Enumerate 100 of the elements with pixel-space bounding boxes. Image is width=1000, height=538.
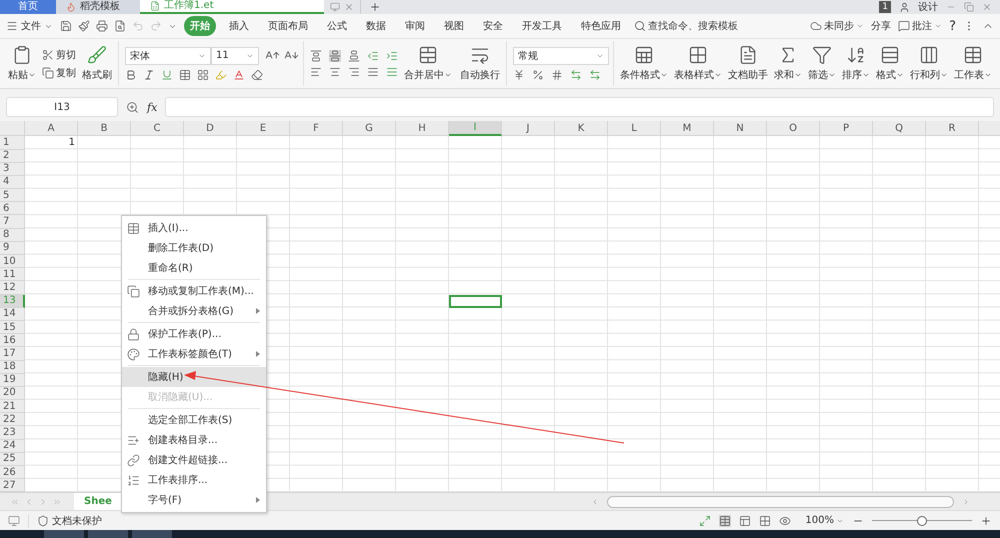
column-header[interactable]: L (608, 121, 661, 136)
align-center-icon[interactable] (329, 66, 341, 78)
row-header[interactable]: 17 (0, 347, 25, 360)
column-header[interactable]: F (290, 121, 343, 136)
menu-item[interactable]: 移动或复制工作表(M)... (122, 281, 266, 301)
save-icon[interactable] (60, 20, 72, 32)
menu-icon[interactable] (6, 20, 18, 32)
document-tab[interactable]: 工作簿1.et (140, 0, 324, 14)
column-header[interactable]: R (926, 121, 979, 136)
help-button[interactable]: ? (949, 18, 956, 34)
align-left-icon[interactable] (310, 66, 322, 78)
align-bottom-icon[interactable] (348, 50, 360, 62)
row-header[interactable]: 19 (0, 374, 25, 387)
ribbon-button[interactable]: 筛选 (806, 45, 838, 82)
normal-view-icon[interactable] (719, 514, 732, 527)
column-header[interactable]: E (237, 121, 290, 136)
percent-icon[interactable] (532, 68, 544, 81)
format-painter-button[interactable]: 格式刷 (80, 45, 114, 82)
add-tab-icon[interactable] (369, 1, 381, 13)
file-menu[interactable]: 文件 (21, 19, 41, 34)
border-icon[interactable] (179, 68, 191, 81)
row-header[interactable]: 6 (0, 202, 25, 216)
ribbon-button[interactable]: 表格样式 (672, 45, 724, 82)
underline-icon[interactable] (161, 68, 173, 81)
menu-item[interactable]: 工作表排序... (122, 470, 266, 490)
zoom-icon[interactable] (126, 100, 139, 114)
ribbon-tab[interactable]: 安全 (477, 16, 509, 36)
column-header[interactable]: O (767, 121, 820, 136)
horizontal-scrollbar[interactable] (607, 496, 954, 508)
column-header[interactable]: D (184, 121, 237, 136)
row-header[interactable]: 10 (0, 255, 25, 268)
search-field[interactable]: 查找命令、搜索模板 (634, 19, 738, 34)
ribbon-button[interactable]: 排序 (840, 45, 872, 82)
row-header[interactable]: 18 (0, 360, 25, 374)
fullscreen-icon[interactable] (699, 514, 712, 527)
row-header[interactable]: 14 (0, 308, 25, 321)
font-name-field[interactable]: 宋体 (125, 46, 211, 65)
zoom-in-icon[interactable] (980, 514, 992, 527)
ribbon-button[interactable]: 条件格式 (618, 45, 670, 82)
row-header[interactable]: 26 (0, 466, 25, 480)
menu-item[interactable]: 插入(I)... (122, 218, 266, 238)
print-icon[interactable] (96, 20, 108, 32)
justify-icon[interactable] (367, 66, 379, 78)
eraser-icon[interactable] (251, 68, 263, 81)
column-header[interactable]: G (343, 121, 396, 136)
slider-thumb[interactable] (917, 516, 927, 526)
row-header[interactable]: 16 (0, 334, 25, 348)
close-icon[interactable] (982, 2, 992, 12)
column-header[interactable]: N (714, 121, 767, 136)
menu-item[interactable]: 工作表标签颜色(T) (122, 344, 266, 364)
cut-button[interactable]: 剪切 (42, 48, 76, 62)
avatar-icon[interactable] (899, 2, 910, 12)
column-header[interactable]: J (502, 121, 555, 136)
scroll-right-icon[interactable] (962, 498, 970, 506)
row-header[interactable]: 11 (0, 268, 25, 282)
row-header[interactable]: 20 (0, 386, 25, 400)
indent-decrease-icon[interactable] (367, 50, 379, 62)
number-format-field[interactable]: 常规 (513, 46, 609, 65)
user-menu[interactable]: 设计 (918, 0, 938, 14)
ribbon-button[interactable]: 工作表 (952, 45, 994, 82)
distribute-icon[interactable] (386, 66, 398, 78)
paste-button[interactable]: 粘贴 (6, 45, 38, 82)
column-header[interactable]: H (396, 121, 449, 136)
zoom-level[interactable]: 100% (805, 515, 834, 526)
row-header[interactable]: 9 (0, 242, 25, 255)
ribbon-button[interactable]: 文档助手 (726, 45, 770, 82)
row-header[interactable]: 15 (0, 320, 25, 334)
copy-button[interactable]: 复制 (42, 66, 76, 80)
restore-icon[interactable] (964, 2, 974, 12)
ribbon-tab[interactable]: 开发工具 (516, 16, 568, 36)
bold-icon[interactable] (125, 68, 137, 81)
row-header[interactable]: 8 (0, 228, 25, 242)
thousands-icon[interactable] (551, 68, 563, 81)
ribbon-button[interactable]: 行和列 (908, 45, 950, 82)
name-box[interactable]: I13 (6, 97, 118, 118)
menu-item[interactable]: 删除工作表(D) (122, 238, 266, 258)
align-right-icon[interactable] (348, 66, 360, 78)
ribbon-tab[interactable]: 视图 (438, 16, 470, 36)
page-break-icon[interactable] (739, 514, 752, 527)
row-header[interactable]: 12 (0, 281, 25, 295)
italic-icon[interactable] (143, 68, 155, 81)
brush-icon[interactable] (78, 20, 90, 32)
decimal-increase-icon[interactable] (570, 68, 582, 81)
cell-style-icon[interactable] (197, 68, 209, 81)
row-header[interactable]: 3 (0, 162, 25, 176)
menu-item[interactable]: 选定全部工作表(S) (122, 410, 266, 430)
ribbon-button[interactable]: 自动换行 (458, 45, 502, 82)
row-header[interactable]: 24 (0, 440, 25, 453)
sync-status[interactable]: 未同步 (824, 19, 854, 34)
currency-icon[interactable] (513, 68, 525, 81)
document-tab[interactable]: 稻壳模板 (56, 0, 140, 14)
menu-item[interactable]: 合并或拆分表格(G) (122, 301, 266, 321)
selected-cell[interactable] (449, 294, 502, 308)
formula-field[interactable] (165, 97, 994, 118)
row-header[interactable]: 7 (0, 215, 25, 229)
menu-item[interactable]: 保护工作表(P)... (122, 324, 266, 344)
monitor-icon[interactable] (8, 514, 20, 527)
row-header[interactable]: 27 (0, 479, 25, 492)
column-header[interactable]: B (78, 121, 131, 136)
eye-icon[interactable] (779, 514, 792, 527)
